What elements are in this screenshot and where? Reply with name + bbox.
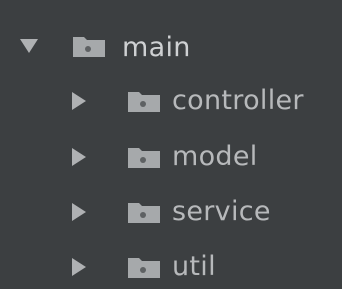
tree-node-label: model: [172, 141, 258, 172]
tree-node-label: service: [172, 196, 271, 227]
tree-node-label: controller: [172, 85, 304, 116]
tree-node-label: main: [122, 32, 191, 63]
collapse-arrow-icon[interactable]: [72, 92, 86, 110]
tree-node-util[interactable]: util: [0, 245, 342, 289]
collapse-arrow-icon[interactable]: [72, 258, 86, 276]
collapse-arrow-icon[interactable]: [72, 203, 86, 221]
folder-icon: [127, 255, 161, 279]
collapse-arrow-icon[interactable]: [72, 148, 86, 166]
expand-arrow-icon[interactable]: [20, 39, 38, 53]
tree-node-model[interactable]: model: [0, 135, 342, 179]
tree-node-main[interactable]: main: [0, 24, 342, 68]
tree-node-controller[interactable]: controller: [0, 79, 342, 123]
folder-icon: [127, 145, 161, 169]
folder-icon: [72, 34, 106, 58]
folder-icon: [127, 200, 161, 224]
folder-icon: [127, 89, 161, 113]
project-tree: main controller model service util: [0, 0, 342, 289]
tree-node-service[interactable]: service: [0, 190, 342, 234]
tree-node-label: util: [172, 251, 216, 282]
